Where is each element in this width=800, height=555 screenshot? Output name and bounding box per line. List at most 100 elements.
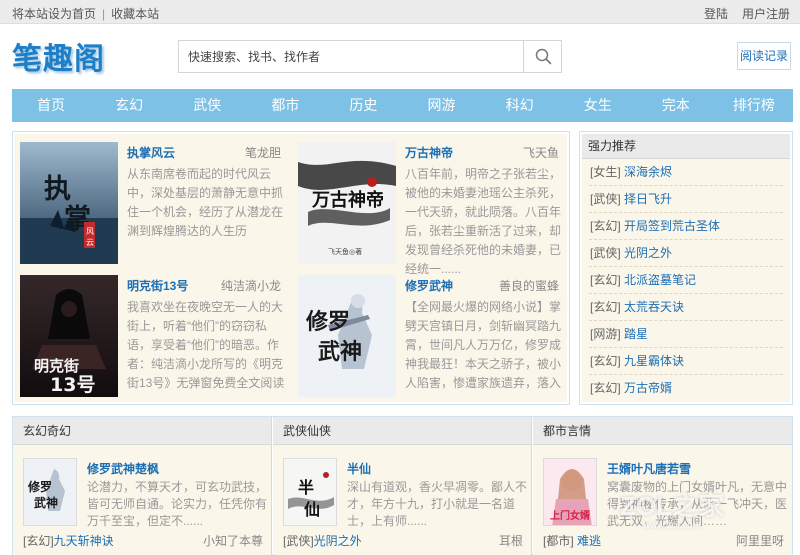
recommend-book-title[interactable]: 开局签到荒古圣体 [624, 219, 720, 233]
recommend-item[interactable]: [玄幻] 太荒吞天诀 [589, 294, 783, 321]
nav-item-wuxia[interactable]: 武侠 [168, 89, 246, 122]
footer-book-title[interactable]: 难逃 [577, 534, 601, 548]
book-description: 论潜力，不算天才，可玄功武技，皆可无师自通。论实力，任凭你有万千至宝，但定不..… [87, 480, 268, 528]
recommend-book-title[interactable]: 踏星 [624, 327, 648, 341]
nav-item-wangyou[interactable]: 网游 [402, 89, 480, 122]
recommend-book-title[interactable]: 光阴之外 [624, 246, 672, 260]
book-title[interactable]: 万古神帝 [405, 144, 453, 161]
footer-book-author[interactable]: 小知了本尊 [203, 532, 263, 549]
featured-books-panel: 执 掌 风 云 执掌风云 笔龙胆 从东南席卷而起的时代风云中，深处基层的萧静无意… [12, 131, 570, 405]
book-cover-art: 万古神帝 飞天鱼◎著 [298, 142, 396, 264]
featured-book: 万古神帝 飞天鱼◎著 万古神帝 飞天鱼 八百年前，明帝之子张若尘，被他的未婚妻池… [293, 134, 565, 276]
site-logo[interactable]: 笔趣阁 [12, 34, 105, 78]
recommend-category: [玄幻] [590, 300, 621, 314]
book-cover[interactable]: 半 仙 [283, 458, 337, 526]
nav-item-lishi[interactable]: 历史 [324, 89, 402, 122]
footer-book-author[interactable]: 阿里里呀 [736, 532, 784, 549]
footer-book-author[interactable]: 耳根 [499, 532, 523, 549]
cover-calligraphy: 明克街 [34, 357, 79, 375]
top-bar: 将本站设为首页 | 收藏本站 登陆 用户注册 [0, 0, 800, 24]
book-cover[interactable]: 修罗 武神 [298, 275, 396, 397]
search-button[interactable] [523, 41, 561, 72]
category-title[interactable]: 都市言情 [533, 417, 792, 445]
cover-calligraphy: 万古神帝 [311, 189, 384, 211]
featured-books-inner: 执 掌 风 云 执掌风云 笔龙胆 从东南席卷而起的时代风云中，深处基层的萧静无意… [15, 134, 567, 402]
book-description: 从东南席卷而起的时代风云中，深处基层的萧静无意中抓住一个机会，经历了从潜龙在渊到… [127, 167, 284, 238]
recommend-item[interactable]: [玄幻] 开局签到荒古圣体 [589, 213, 783, 240]
book-author[interactable]: 纯洁滴小龙 [221, 277, 281, 294]
bookmark-link[interactable]: 收藏本站 [111, 7, 159, 21]
search-box [178, 40, 562, 73]
book-author[interactable]: 笔龙胆 [245, 144, 281, 161]
nav-item-nvsheng[interactable]: 女生 [559, 89, 637, 122]
login-link[interactable]: 登陆 [704, 7, 728, 21]
footer-book-title[interactable]: 光阴之外 [314, 534, 362, 548]
recommend-category: [女生] [590, 165, 621, 179]
book-description: 八百年前，明帝之子张若尘，被他的未婚妻池瑶公主杀死，一代天骄，就此陨落。八百年后… [405, 167, 562, 276]
top-bar-right: 登陆 用户注册 [690, 5, 790, 22]
book-cover-art: 明克街 13号 [20, 275, 118, 397]
book-title[interactable]: 修罗武神楚枫 [87, 460, 159, 477]
recommend-inner: 强力推荐 [女生] 深海余烬 [武侠] 择日飞升 [玄幻] 开局签到荒古圣体 [… [582, 134, 790, 402]
recommend-item[interactable]: [网游] 踏星 [589, 321, 783, 348]
cover-calligraphy: 风 [86, 227, 94, 236]
book-title[interactable]: 王婿叶凡唐若雪 [607, 460, 691, 477]
recommend-item[interactable]: [玄幻] 北派盗墓笔记 [589, 267, 783, 294]
category-section-wuxia: 武侠仙侠 半 仙 半仙 深山有道观，香火早凋零。鄙人不才，年方十九，打小就是一名… [273, 417, 532, 555]
book-cover[interactable]: 万古神帝 飞天鱼◎著 [298, 142, 396, 264]
book-description: 深山有道观，香火早凋零。鄙人不才，年方十九，打小就是一名道士，上有师...... [347, 480, 528, 528]
category-footer-item[interactable]: [武侠]光阴之外 耳根 [283, 532, 523, 549]
category-title[interactable]: 玄幻奇幻 [13, 417, 271, 445]
recommend-item[interactable]: [女生] 深海余烬 [589, 159, 783, 186]
cover-calligraphy: 仙 [304, 500, 320, 519]
nav-item-home[interactable]: 首页 [12, 89, 90, 122]
recommend-book-title[interactable]: 北派盗墓笔记 [624, 273, 696, 287]
nav-item-kehuan[interactable]: 科幻 [481, 89, 559, 122]
recommend-book-title[interactable]: 深海余烬 [624, 165, 672, 179]
recommend-item[interactable]: [玄幻] 九星霸体诀 [589, 348, 783, 375]
book-cover[interactable]: 明克街 13号 [20, 275, 118, 397]
recommend-category: [玄幻] [590, 219, 621, 233]
set-home-link[interactable]: 将本站设为首页 [12, 7, 96, 21]
book-cover-art: 修罗 武神 [24, 459, 76, 525]
footer-book-title[interactable]: 九天斩神诀 [54, 534, 114, 548]
nav-item-xuanhuan[interactable]: 玄幻 [90, 89, 168, 122]
category-footer-item[interactable]: [玄幻]九天斩神诀 小知了本尊 [23, 532, 263, 549]
recommend-item[interactable]: [武侠] 光阴之外 [589, 240, 783, 267]
category-title[interactable]: 武侠仙侠 [273, 417, 531, 445]
recommend-book-title[interactable]: 万古帝婿 [624, 381, 672, 395]
nav-item-ranking[interactable]: 排行榜 [715, 89, 793, 122]
recommend-category: [武侠] [590, 246, 621, 260]
recommend-item[interactable]: [武侠] 择日飞升 [589, 186, 783, 213]
book-cover[interactable]: 上门女婿 [543, 458, 597, 526]
reading-history-button[interactable]: 阅读记录 [737, 42, 791, 70]
book-cover[interactable]: 执 掌 风 云 [20, 142, 118, 264]
book-title[interactable]: 明克街13号 [127, 277, 188, 294]
book-title[interactable]: 执掌风云 [127, 144, 175, 161]
recommend-category: [玄幻] [590, 273, 621, 287]
book-author[interactable]: 善良的蜜蜂 [499, 277, 559, 294]
book-cover-art: 修罗 武神 [298, 275, 396, 397]
book-title[interactable]: 半仙 [347, 460, 371, 477]
top-bar-left: 将本站设为首页 | 收藏本站 [12, 5, 159, 22]
recommend-category: [武侠] [590, 192, 621, 206]
recommend-category: [网游] [590, 327, 621, 341]
featured-book: 修罗 武神 修罗武神 善良的蜜蜂 【全网最火爆的网络小说】掌劈天宫镇日月，剑斩幽… [293, 267, 565, 397]
recommend-list: [女生] 深海余烬 [武侠] 择日飞升 [玄幻] 开局签到荒古圣体 [武侠] 光… [582, 159, 790, 402]
nav-item-wanben[interactable]: 完本 [637, 89, 715, 122]
category-section-xuanhuan: 玄幻奇幻 修罗 武神 修罗武神楚枫 论潜力，不算天才，可玄功武技，皆可无师自通。… [13, 417, 272, 555]
recommend-title: 强力推荐 [582, 134, 790, 159]
nav-item-dushi[interactable]: 都市 [246, 89, 324, 122]
recommend-item[interactable]: [玄幻] 万古帝婿 [589, 375, 783, 402]
recommend-book-title[interactable]: 择日飞升 [624, 192, 672, 206]
book-cover[interactable]: 修罗 武神 [23, 458, 77, 526]
recommend-book-title[interactable]: 九星霸体诀 [624, 354, 684, 368]
search-input[interactable] [179, 41, 524, 72]
book-title[interactable]: 修罗武神 [405, 277, 453, 294]
search-icon [535, 48, 552, 65]
book-description: 我喜欢坐在夜晚空无一人的大街上，听着“他们”的窃窃私语，享受着“他们”的暗恶。作… [127, 300, 285, 390]
recommend-book-title[interactable]: 太荒吞天诀 [624, 300, 684, 314]
register-link[interactable]: 用户注册 [742, 7, 790, 21]
book-author[interactable]: 飞天鱼 [523, 144, 559, 161]
category-footer-item[interactable]: [都市] 难逃 阿里里呀 [543, 532, 784, 549]
